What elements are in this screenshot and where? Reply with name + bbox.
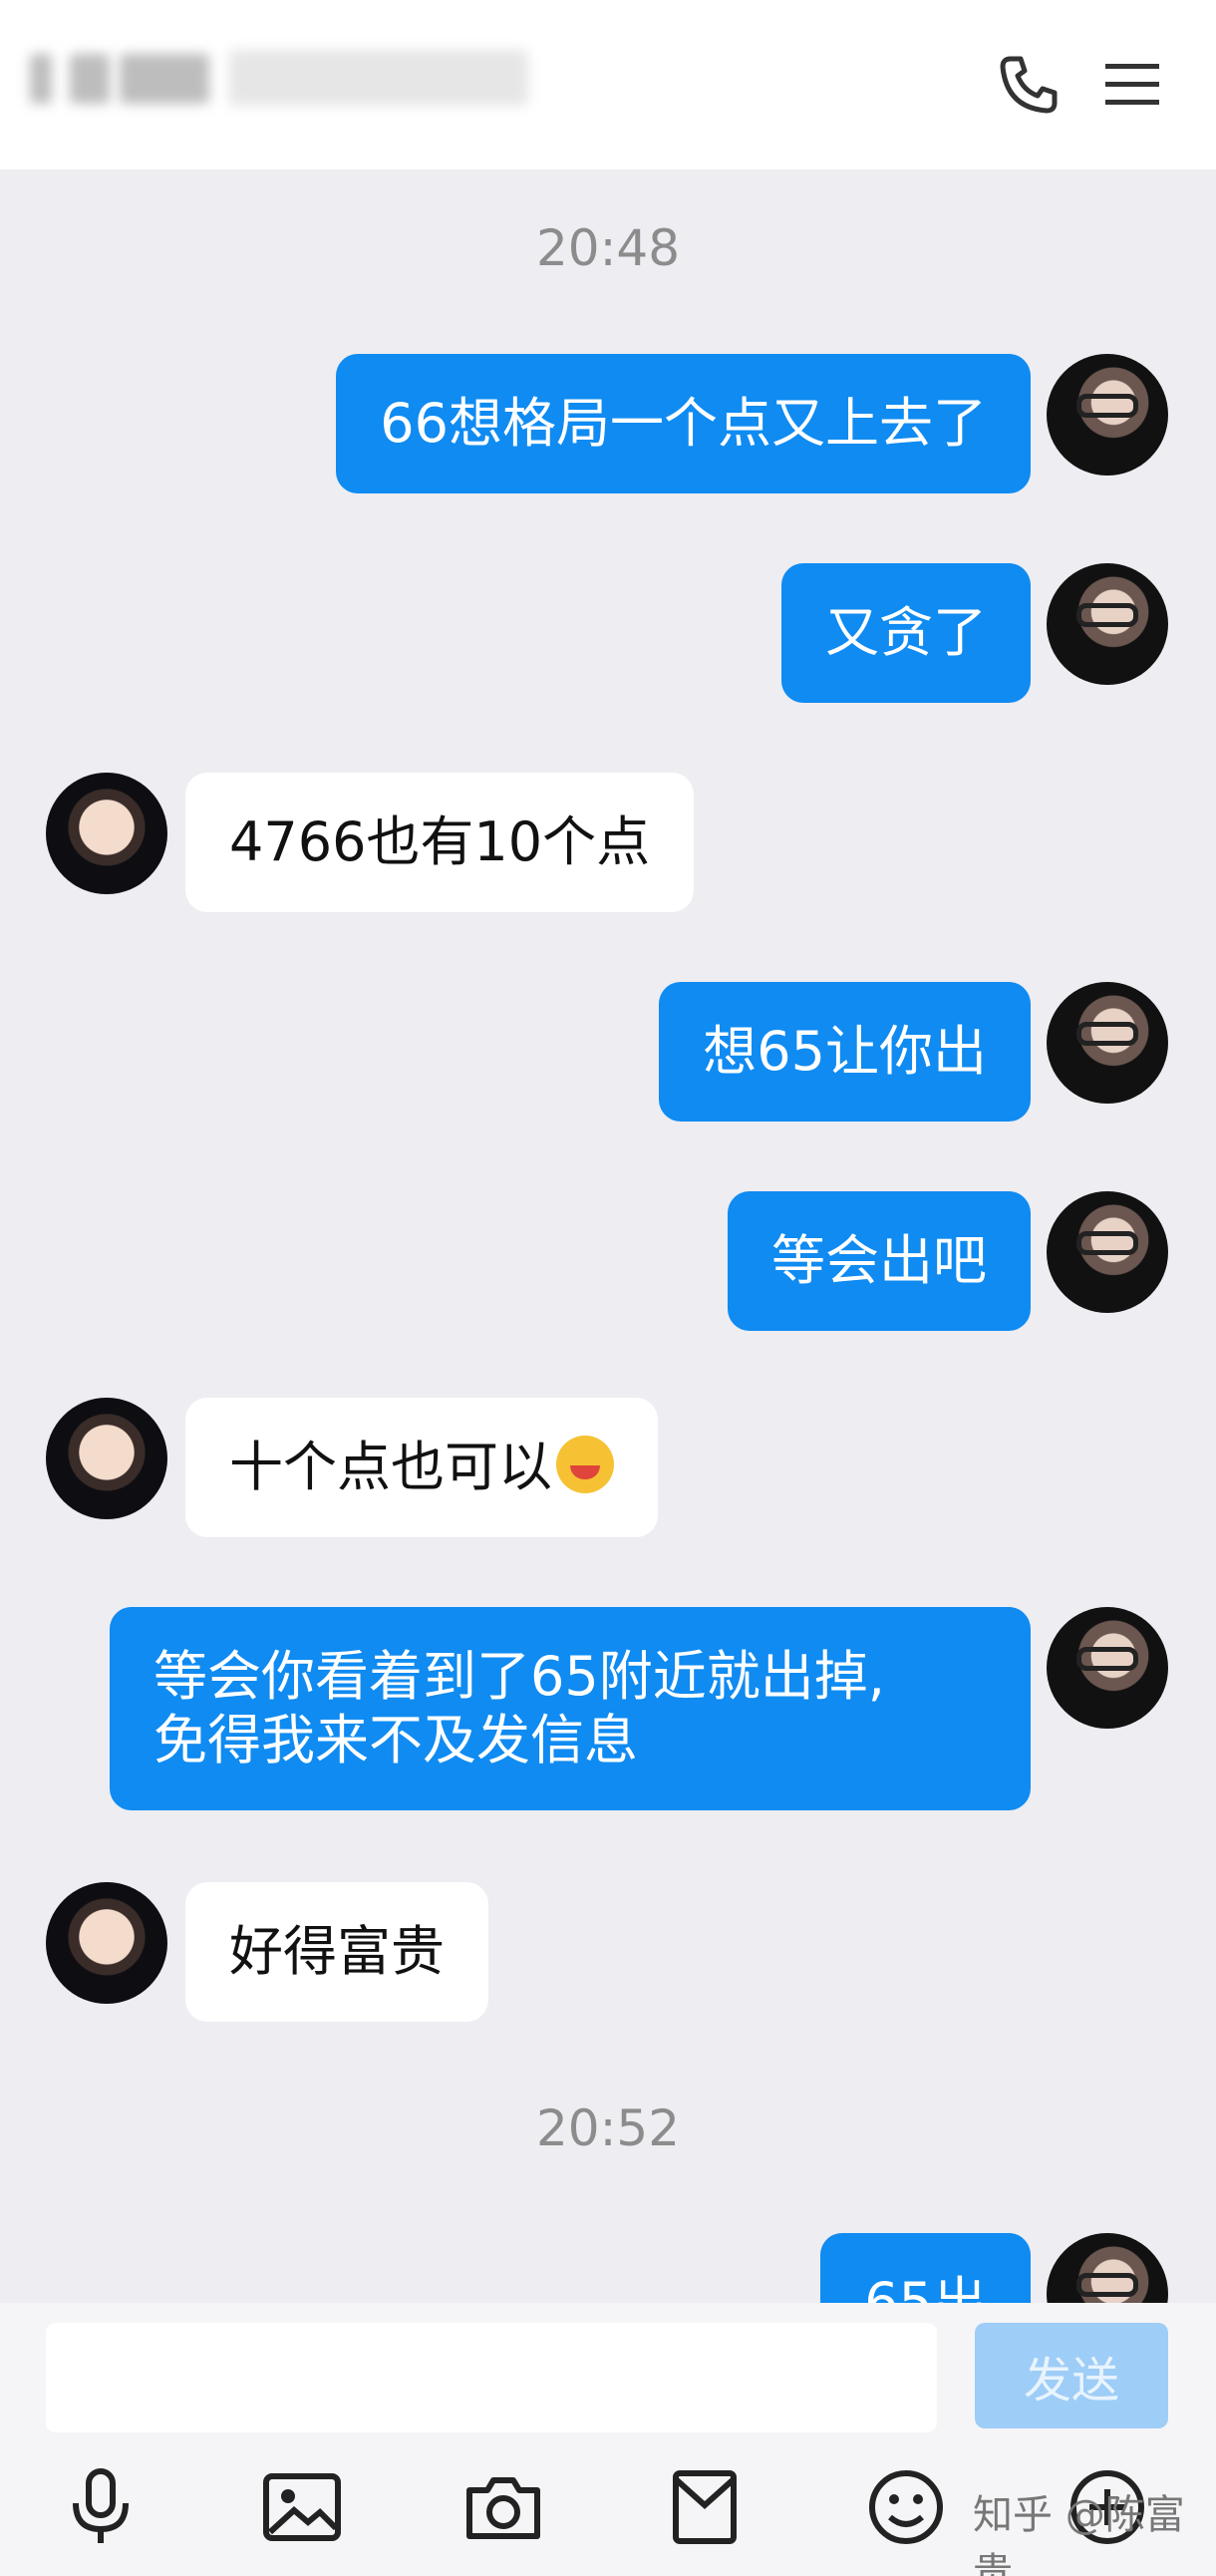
sent-message-bubble[interactable]: 65出 [820, 2233, 1031, 2303]
my-avatar[interactable] [1047, 563, 1168, 685]
grinning-face-emoji-icon [556, 1436, 614, 1493]
camera-icon[interactable] [458, 2462, 548, 2552]
contact-avatar[interactable] [46, 1882, 167, 2004]
watermark-text: 知乎 @陈富贵 [973, 2492, 1185, 2576]
top-bar [0, 0, 1216, 169]
timestamp: 20:52 [535, 2099, 681, 2157]
chat-history[interactable]: 20:48 66想格局一个点又上去了 又贪了 4766也有10个点 想65让你出… [0, 169, 1216, 2303]
sent-message-bubble[interactable]: 等会出吧 [728, 1191, 1031, 1331]
sent-message-bubble[interactable]: 等会你看着到了65附近就出掉, 免得我来不及发信息 [110, 1607, 1031, 1810]
my-avatar[interactable] [1047, 1607, 1168, 1729]
my-avatar[interactable] [1047, 354, 1168, 476]
timestamp: 20:48 [535, 219, 681, 277]
my-avatar[interactable] [1047, 982, 1168, 1104]
emoji-icon[interactable] [861, 2462, 951, 2552]
hamburger-menu-icon[interactable] [1092, 45, 1172, 125]
image-icon[interactable] [257, 2462, 347, 2552]
my-avatar[interactable] [1047, 2233, 1168, 2303]
received-message-bubble[interactable]: 十个点也可以 [185, 1398, 658, 1537]
sent-message-bubble[interactable]: 66想格局一个点又上去了 [336, 354, 1031, 493]
send-button[interactable]: 发送 [975, 2323, 1168, 2428]
contact-avatar[interactable] [46, 773, 167, 894]
received-message-bubble[interactable]: 4766也有10个点 [185, 773, 695, 912]
blurred-contact-name [30, 40, 648, 120]
sent-message-bubble[interactable]: 想65让你出 [659, 982, 1031, 1122]
my-avatar[interactable] [1047, 1191, 1168, 1313]
message-input[interactable] [46, 2323, 937, 2432]
microphone-icon[interactable] [56, 2462, 146, 2552]
envelope-icon[interactable] [660, 2462, 750, 2552]
sent-message-bubble[interactable]: 又贪了 [781, 563, 1031, 703]
phone-icon[interactable] [989, 45, 1068, 125]
contact-avatar[interactable] [46, 1398, 167, 1519]
received-message-bubble[interactable]: 好得富贵 [185, 1882, 488, 2022]
message-text: 十个点也可以 [229, 1436, 552, 1498]
